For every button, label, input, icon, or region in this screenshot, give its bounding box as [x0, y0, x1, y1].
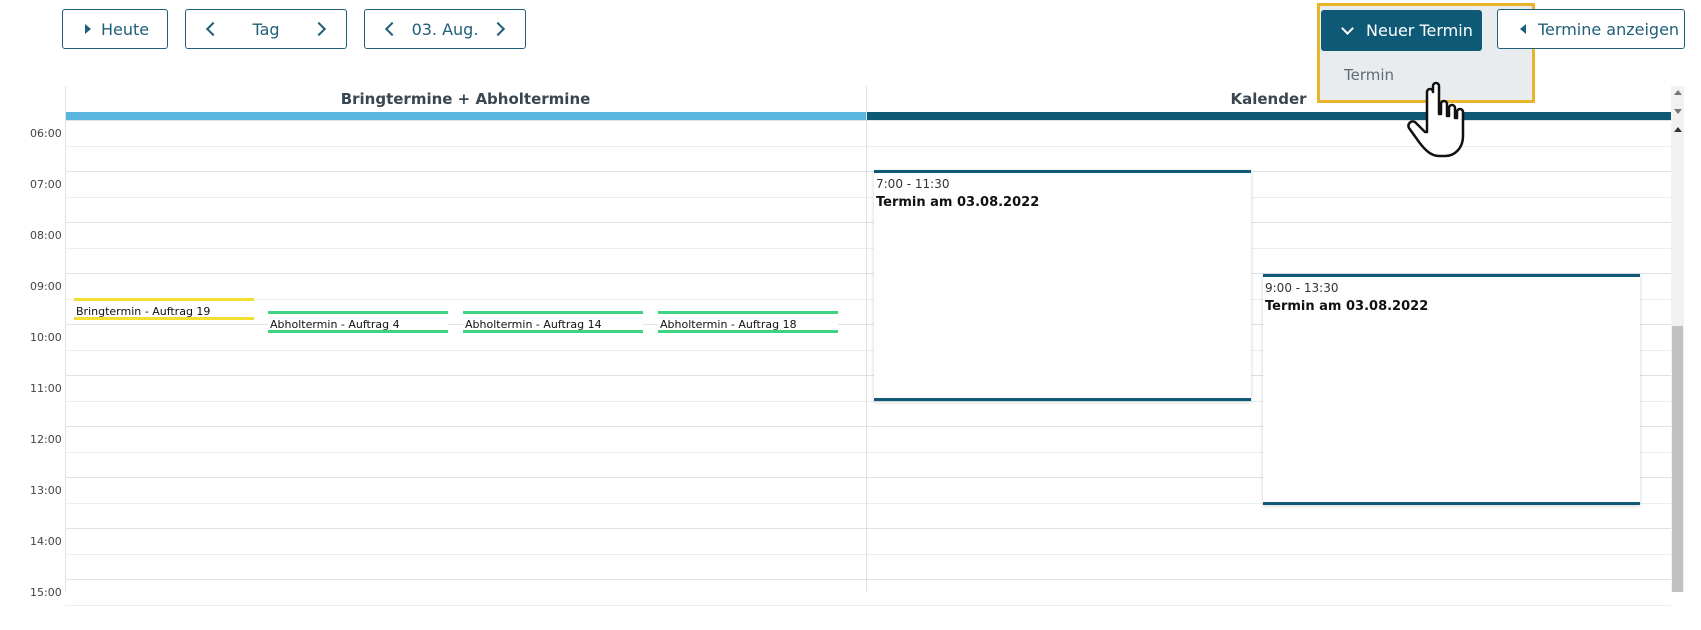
event-abholtermin[interactable]: Abholtermin - Auftrag 18 [658, 311, 838, 333]
view-label[interactable]: Tag [218, 20, 314, 39]
date-label[interactable]: 03. Aug. [397, 20, 493, 39]
column-color-bar [866, 112, 1671, 120]
appointment-time: 7:00 - 11:30 [876, 177, 950, 191]
column-divider [65, 86, 66, 592]
new-appointment-button[interactable]: Neuer Termin [1321, 10, 1482, 51]
show-appointments-button[interactable]: Termine anzeigen [1497, 9, 1685, 49]
event-abholtermin[interactable]: Abholtermin - Auftrag 4 [268, 311, 448, 333]
scrollbar-thumb[interactable] [1672, 326, 1683, 592]
date-navigator: 03. Aug. [364, 9, 526, 49]
hour-row [65, 528, 1671, 579]
time-label: 09:00 [30, 280, 62, 293]
time-label: 14:00 [30, 535, 62, 548]
column-header-bring-abhol: Bringtermine + Abholtermine [340, 90, 591, 108]
time-label: 10:00 [30, 331, 62, 344]
scroll-up-icon[interactable] [1674, 90, 1682, 95]
column-color-bar [65, 112, 866, 120]
chevron-right-icon[interactable] [490, 21, 506, 37]
appointment-time: 9:00 - 13:30 [1265, 281, 1339, 295]
time-label: 08:00 [30, 229, 62, 242]
time-label: 12:00 [30, 433, 62, 446]
today-button[interactable]: Heute [62, 9, 168, 49]
column-header-kalender: Kalender [1230, 90, 1307, 108]
time-label: 15:00 [30, 586, 62, 599]
appointment-card[interactable]: 7:00 - 11:30 Termin am 03.08.2022 [874, 170, 1251, 401]
chevron-right-icon[interactable] [311, 21, 327, 37]
new-appointment-label: Neuer Termin [1366, 21, 1473, 40]
time-label: 11:00 [30, 382, 62, 395]
hour-row [65, 171, 1671, 222]
time-label: 07:00 [30, 178, 62, 191]
event-abholtermin[interactable]: Abholtermin - Auftrag 14 [463, 311, 643, 333]
appointment-title: Termin am 03.08.2022 [1265, 299, 1429, 314]
today-label: Heute [101, 19, 150, 39]
appointment-title: Termin am 03.08.2022 [876, 195, 1040, 210]
chevron-down-icon [1341, 22, 1354, 35]
event-bringtermin[interactable]: Bringtermin - Auftrag 19 [74, 298, 254, 320]
column-divider [866, 86, 867, 592]
dropdown-item-termin[interactable]: Termin [1344, 66, 1394, 84]
view-selector: Tag [185, 9, 347, 49]
caret-right-icon [85, 24, 91, 34]
caret-left-icon [1520, 24, 1526, 34]
hand-cursor-icon [1407, 81, 1465, 158]
hour-row [65, 222, 1671, 273]
scroll-up-icon[interactable] [1674, 127, 1682, 132]
appointment-card[interactable]: 9:00 - 13:30 Termin am 03.08.2022 [1263, 274, 1640, 505]
time-label: 13:00 [30, 484, 62, 497]
show-appointments-label: Termine anzeigen [1538, 19, 1680, 39]
vertical-scrollbar[interactable] [1671, 86, 1684, 592]
hour-row [65, 579, 1671, 630]
scroll-down-icon[interactable] [1674, 109, 1682, 114]
time-label: 06:00 [30, 127, 62, 140]
